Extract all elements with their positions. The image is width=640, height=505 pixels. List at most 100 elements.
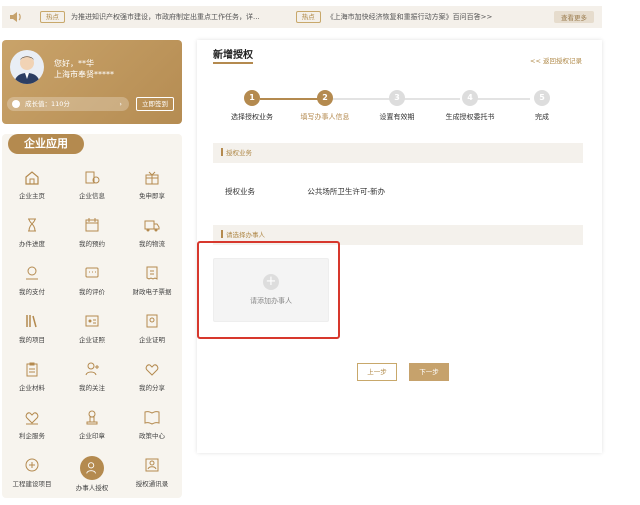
app-item[interactable]: 办件进度 xyxy=(2,216,62,264)
growth-value-bar[interactable]: 成长值：110分 › xyxy=(7,97,129,111)
auth-business-label: 授权业务 xyxy=(225,187,255,196)
app-label: 企业主页 xyxy=(19,192,45,200)
app-item[interactable]: 企业主页 xyxy=(2,168,62,216)
auth-business-value: 公共场所卫生许可-新办 xyxy=(307,187,386,196)
step-label: 完成 xyxy=(535,113,549,121)
service-icon xyxy=(23,408,41,426)
app-label: 企业证明 xyxy=(139,336,165,344)
app-item[interactable]: 授权通讯录 xyxy=(122,456,182,504)
step-number: 2 xyxy=(317,90,333,106)
app-label: 办事人授权 xyxy=(75,484,109,492)
app-label: 办件进度 xyxy=(19,240,45,248)
app-label: 企业材料 xyxy=(19,384,45,392)
receipt-icon xyxy=(143,264,161,282)
app-item[interactable]: 财政电子票据 xyxy=(122,264,182,312)
notice-bar: 热点 为推进知识产权强市建设，市政府制定出重点工作任务，详... 热点 《上海市… xyxy=(2,6,602,28)
app-item[interactable]: 我的关注 xyxy=(62,360,122,408)
app-label: 我的评价 xyxy=(79,288,105,296)
speaker-icon xyxy=(8,9,24,25)
authorize-icon xyxy=(80,456,104,480)
hourglass-icon xyxy=(23,216,41,234)
user-card: 您好，**华 上海市奉贤***** 成长值：110分 › 立即签到 xyxy=(2,40,182,124)
app-label: 授权通讯录 xyxy=(135,480,169,488)
building-icon xyxy=(23,456,41,474)
page-title: 新增授权 xyxy=(213,50,253,61)
certificate-icon xyxy=(143,312,161,330)
prev-step-button[interactable]: 上一步 xyxy=(357,363,397,381)
next-step-button[interactable]: 下一步 xyxy=(409,363,449,381)
license-icon xyxy=(83,312,101,330)
app-label: 企业信息 xyxy=(79,192,105,200)
avatar[interactable] xyxy=(10,50,44,84)
notice-link-1[interactable]: 为推进知识产权强市建设，市政府制定出重点工作任务，详... xyxy=(71,12,260,22)
signin-button[interactable]: 立即签到 xyxy=(136,97,174,111)
growth-text: 成长值：110分 xyxy=(25,100,70,108)
app-label: 我的预约 xyxy=(79,240,105,248)
payment-icon xyxy=(23,264,41,282)
app-label: 我的物流 xyxy=(139,240,165,248)
step-number: 4 xyxy=(462,90,478,106)
company-info-icon xyxy=(83,168,101,186)
app-label: 工程建设项目 xyxy=(12,480,52,488)
user-region: 上海市奉贤***** xyxy=(54,70,114,79)
app-label: 免申即享 xyxy=(139,192,165,200)
app-label: 利企服务 xyxy=(19,432,45,440)
back-to-records-link[interactable]: << 返回授权记录 xyxy=(530,55,582,65)
apps-grid: 企业主页 企业信息 免申即享 办件进度 我的预约 我的物流 我的支付 我的评价 财政电子票据 我的… xyxy=(2,168,182,504)
apps-title: 企业应用 xyxy=(8,134,84,154)
app-item[interactable]: 免申即享 xyxy=(122,168,182,216)
app-label: 企业印章 xyxy=(79,432,105,440)
app-item[interactable]: 我的支付 xyxy=(2,264,62,312)
app-label: 财政电子票据 xyxy=(132,288,172,296)
hot-tag: 热点 xyxy=(40,11,65,23)
step-label: 生成授权委托书 xyxy=(445,113,495,121)
title-underline xyxy=(213,62,253,64)
app-item[interactable]: 我的物流 xyxy=(122,216,182,264)
app-label: 我的项目 xyxy=(19,336,45,344)
policy-icon xyxy=(143,408,161,426)
step-label: 填写办事人信息 xyxy=(300,113,350,121)
app-item[interactable]: 企业证明 xyxy=(122,312,182,360)
app-item[interactable]: 利企服务 xyxy=(2,408,62,456)
heart-icon xyxy=(143,360,161,378)
app-item[interactable]: 企业信息 xyxy=(62,168,122,216)
app-item[interactable]: 政策中心 xyxy=(122,408,182,456)
step-5: 5 完成 xyxy=(507,90,577,122)
add-agent-label: 请添加办事人 xyxy=(250,297,292,305)
app-item[interactable]: 企业印章 xyxy=(62,408,122,456)
comment-icon xyxy=(83,264,101,282)
step-number: 5 xyxy=(534,90,550,106)
growth-icon xyxy=(12,100,20,108)
add-agent-button[interactable]: + 请添加办事人 xyxy=(213,258,329,322)
calendar-icon xyxy=(83,216,101,234)
enterprise-apps-panel: 企业应用 企业主页 企业信息 免申即享办件进度 我的预约 我的物流我的支付 我的评价 财政电… xyxy=(2,134,182,498)
gift-icon xyxy=(143,168,161,186)
app-item[interactable]: 工程建设项目 xyxy=(2,456,62,504)
user-greeting: 您好，**华 上海市奉贤***** xyxy=(54,58,114,80)
seal-icon xyxy=(83,408,101,426)
app-label: 企业证照 xyxy=(79,336,105,344)
app-item[interactable]: 企业材料 xyxy=(2,360,62,408)
app-label: 我的分享 xyxy=(139,384,165,392)
contacts-icon xyxy=(143,456,161,474)
step-2: 2 填写办事人信息 xyxy=(290,90,360,122)
step-label: 选择授权业务 xyxy=(231,113,273,121)
app-item[interactable]: 我的预约 xyxy=(62,216,122,264)
auth-business-row: 授权业务 公共场所卫生许可-新办 xyxy=(225,186,385,197)
app-label: 我的关注 xyxy=(79,384,105,392)
stepper: 1 选择授权业务 2 填写办事人信息 3 设置有效期 4 生成授权委托书 5 完… xyxy=(217,90,577,130)
app-item[interactable]: 办事人授权 xyxy=(62,456,122,504)
app-item[interactable]: 我的项目 xyxy=(2,312,62,360)
app-item[interactable]: 我的分享 xyxy=(122,360,182,408)
step-3: 3 设置有效期 xyxy=(362,90,432,122)
section-header-business: 授权业务 xyxy=(213,143,583,163)
clipboard-icon xyxy=(23,360,41,378)
chevron-right-icon: › xyxy=(119,100,122,108)
app-item[interactable]: 我的评价 xyxy=(62,264,122,312)
app-item[interactable]: 企业证照 xyxy=(62,312,122,360)
greeting-text: 您好，**华 xyxy=(54,59,94,68)
step-number: 1 xyxy=(244,90,260,106)
notice-link-2[interactable]: 《上海市加快经济恢复和重振行动方案》百问百答>> xyxy=(327,12,493,22)
home-icon xyxy=(23,168,41,186)
view-more-button[interactable]: 查看更多 xyxy=(554,11,594,23)
